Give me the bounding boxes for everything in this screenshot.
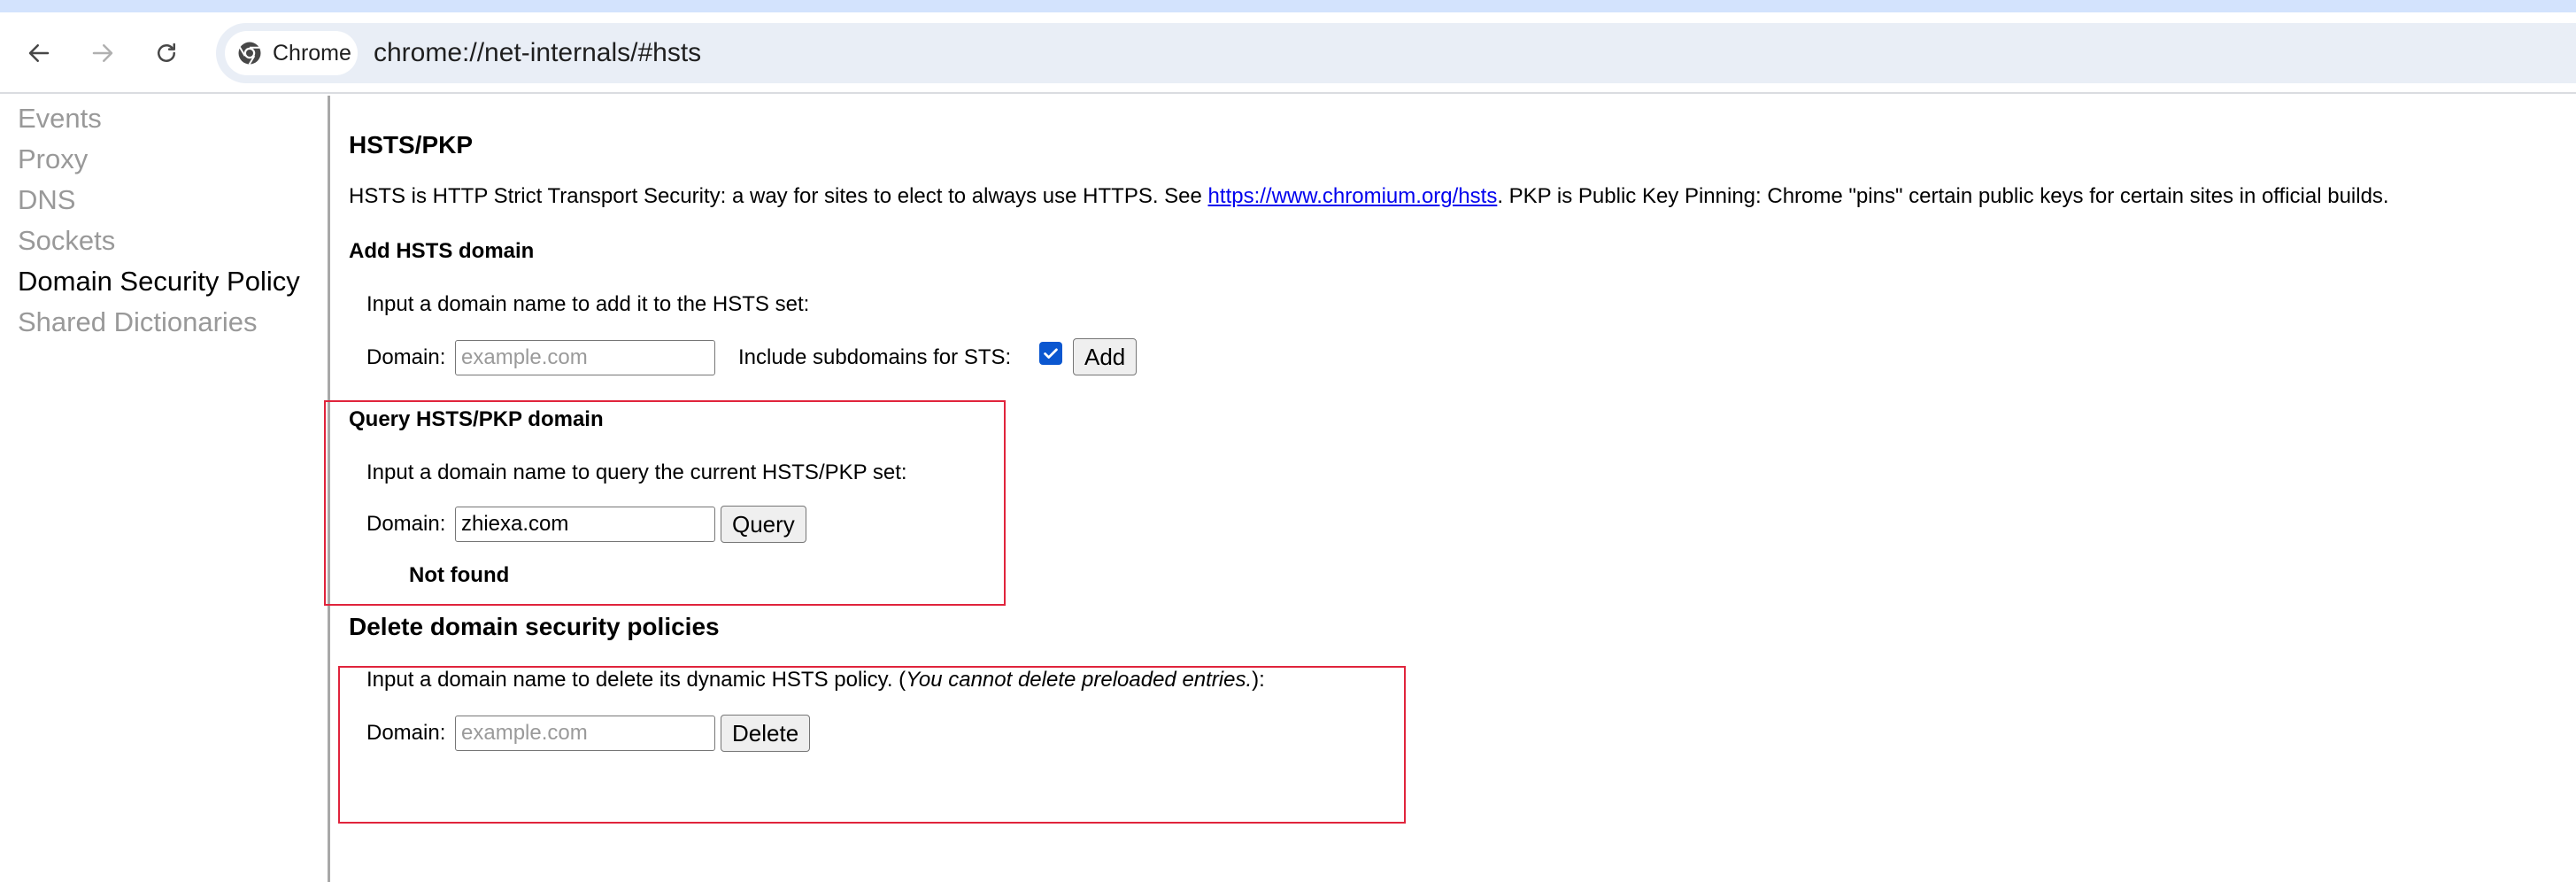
delete-instruction-before: Input a domain name to delete its dynami… [366, 668, 906, 692]
query-result: Not found [409, 563, 510, 587]
delete-heading: Delete domain security policies [349, 613, 720, 640]
reload-button[interactable] [143, 30, 189, 76]
query-heading: Query HSTS/PKP domain [349, 407, 604, 431]
forward-button[interactable] [80, 30, 126, 76]
back-button[interactable] [16, 30, 62, 76]
browser-top-strip [0, 0, 2576, 12]
include-subdomains-checkbox[interactable] [1039, 342, 1062, 365]
description-text-before: HSTS is HTTP Strict Transport Security: … [349, 184, 1208, 208]
site-info-chip[interactable]: Chrome [225, 31, 358, 75]
query-domain-label: Domain: [366, 512, 446, 536]
chrome-logo-icon [235, 39, 264, 67]
description-text-after: . PKP is Public Key Pinning: Chrome "pin… [1497, 184, 2389, 208]
browser-toolbar: Chrome chrome://net-internals/#hsts [0, 12, 2576, 94]
delete-domain-input[interactable] [455, 716, 715, 751]
delete-instruction-italic: You cannot delete preloaded entries. [906, 668, 1253, 692]
checkmark-icon [1044, 348, 1058, 359]
delete-domain-label: Domain: [366, 721, 446, 745]
sidebar: Events Proxy DNS Sockets Domain Security… [0, 96, 330, 882]
add-button[interactable]: Add [1073, 338, 1138, 375]
sidebar-item-sockets[interactable]: Sockets [18, 225, 115, 257]
address-bar[interactable]: Chrome chrome://net-internals/#hsts [216, 23, 2576, 83]
back-arrow-icon [28, 44, 50, 62]
delete-instruction: Input a domain name to delete its dynami… [366, 668, 1265, 692]
sidebar-item-domain-security-policy[interactable]: Domain Security Policy [18, 266, 300, 298]
sidebar-item-dns[interactable]: DNS [18, 184, 75, 216]
sidebar-item-proxy[interactable]: Proxy [18, 143, 88, 175]
sidebar-item-events[interactable]: Events [18, 103, 102, 135]
query-instruction: Input a domain name to query the current… [366, 460, 907, 484]
query-button[interactable]: Query [721, 506, 806, 543]
add-hsts-heading: Add HSTS domain [349, 239, 535, 263]
page-title: HSTS/PKP [349, 131, 474, 159]
delete-instruction-after: ): [1252, 668, 1265, 692]
sidebar-item-shared-dictionaries[interactable]: Shared Dictionaries [18, 306, 258, 338]
add-instruction: Input a domain name to add it to the HST… [366, 292, 810, 316]
hsts-description: HSTS is HTTP Strict Transport Security: … [349, 184, 2389, 209]
chip-label: Chrome [273, 40, 351, 66]
reload-icon [158, 43, 175, 62]
main-content: HSTS/PKP HSTS is HTTP Strict Transport S… [324, 96, 2576, 882]
delete-button[interactable]: Delete [721, 715, 811, 752]
forward-arrow-icon [92, 44, 113, 62]
query-domain-input[interactable] [455, 507, 715, 542]
add-domain-label: Domain: [366, 345, 446, 369]
url-text[interactable]: chrome://net-internals/#hsts [374, 23, 701, 83]
hsts-link[interactable]: https://www.chromium.org/hsts [1208, 184, 1498, 208]
add-domain-input[interactable] [455, 340, 715, 375]
include-subdomains-label: Include subdomains for STS: [738, 345, 1012, 369]
